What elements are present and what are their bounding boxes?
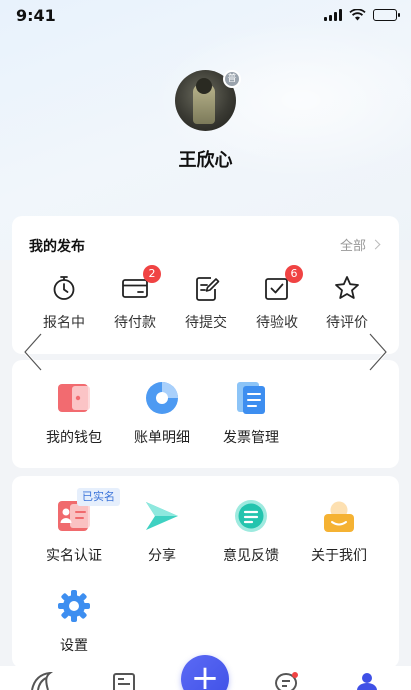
count-badge: 2 [143, 265, 161, 283]
view-all-link[interactable]: 全部 [339, 235, 381, 254]
settings-label: 设置 [60, 638, 88, 654]
share-label: 分享 [148, 548, 176, 564]
settings-gear-icon [56, 588, 92, 624]
about-us-entry[interactable]: 关于我们 [294, 498, 384, 565]
share-arrow-icon [144, 498, 180, 534]
about-us-icon [321, 498, 357, 534]
pie-chart-icon [144, 380, 180, 416]
services-card: 实名认证 已实名 分享 意见反馈 关于我们 设置 [12, 476, 399, 668]
order-status-label: 待评价 [326, 315, 368, 331]
about-us-label: 关于我们 [311, 548, 367, 564]
user-name: 王欣心 [178, 150, 233, 171]
chevron-right-icon[interactable] [367, 332, 389, 372]
battery-icon [373, 9, 400, 21]
order-status-label: 待提交 [185, 315, 227, 331]
signal-icon [324, 9, 342, 21]
home-tab-icon[interactable] [30, 672, 54, 690]
status-icons [324, 9, 400, 21]
invoice-management-label: 发票管理 [223, 430, 279, 446]
membership-badge: 普 [223, 70, 241, 88]
profile-tab-icon[interactable] [355, 672, 379, 690]
invoice-icon [233, 380, 269, 416]
share-entry[interactable]: 分享 [117, 498, 207, 565]
wifi-icon [349, 9, 366, 21]
count-badge: 6 [285, 265, 303, 283]
order-status-pending-review[interactable]: 待评价 [312, 274, 382, 332]
feedback-label: 意见反馈 [223, 548, 279, 564]
feedback-entry[interactable]: 意见反馈 [206, 498, 296, 565]
settings-entry[interactable]: 设置 [29, 588, 119, 655]
star-icon [333, 274, 361, 302]
verified-tag: 已实名 [77, 488, 120, 506]
card-icon: 2 [121, 265, 161, 302]
finance-card: 我的钱包 账单明细 发票管理 [12, 360, 399, 468]
real-name-auth-entry[interactable]: 实名认证 [29, 498, 119, 565]
order-status-label: 待付款 [114, 315, 156, 331]
wallet-icon [56, 380, 92, 416]
view-all-label: 全部 [339, 239, 366, 254]
order-status-pending-acceptance[interactable]: 6 待验收 [242, 265, 312, 332]
bill-details-label: 账单明细 [134, 430, 190, 446]
feedback-icon [233, 498, 269, 534]
status-time: 9:41 [16, 6, 56, 25]
my-posts-card: 我的发布 全部 报名中 2 待付款 待提交 6 待验收 待评价 [12, 216, 399, 354]
stopwatch-icon [50, 274, 78, 302]
chevron-left-icon[interactable] [22, 332, 44, 372]
order-status-registering[interactable]: 报名中 [29, 274, 99, 332]
bill-details-entry[interactable]: 账单明细 [117, 380, 207, 447]
invoice-management-entry[interactable]: 发票管理 [206, 380, 296, 447]
list-tab-icon[interactable] [112, 672, 136, 690]
order-status-label: 待验收 [256, 315, 298, 331]
status-bar: 9:41 [0, 0, 411, 32]
edit-doc-icon [192, 274, 220, 302]
section-title: 我的发布 [29, 239, 85, 255]
real-name-auth-label: 实名认证 [46, 548, 102, 564]
wallet-label: 我的钱包 [46, 430, 102, 446]
order-status-label: 报名中 [43, 315, 85, 331]
order-status-pending-submit[interactable]: 待提交 [171, 274, 241, 332]
wallet-entry[interactable]: 我的钱包 [29, 380, 119, 447]
messages-tab-icon[interactable] [274, 672, 298, 690]
checkbox-icon: 6 [263, 265, 303, 302]
order-status-pending-payment[interactable]: 2 待付款 [100, 265, 170, 332]
chevron-right-icon [370, 239, 381, 250]
